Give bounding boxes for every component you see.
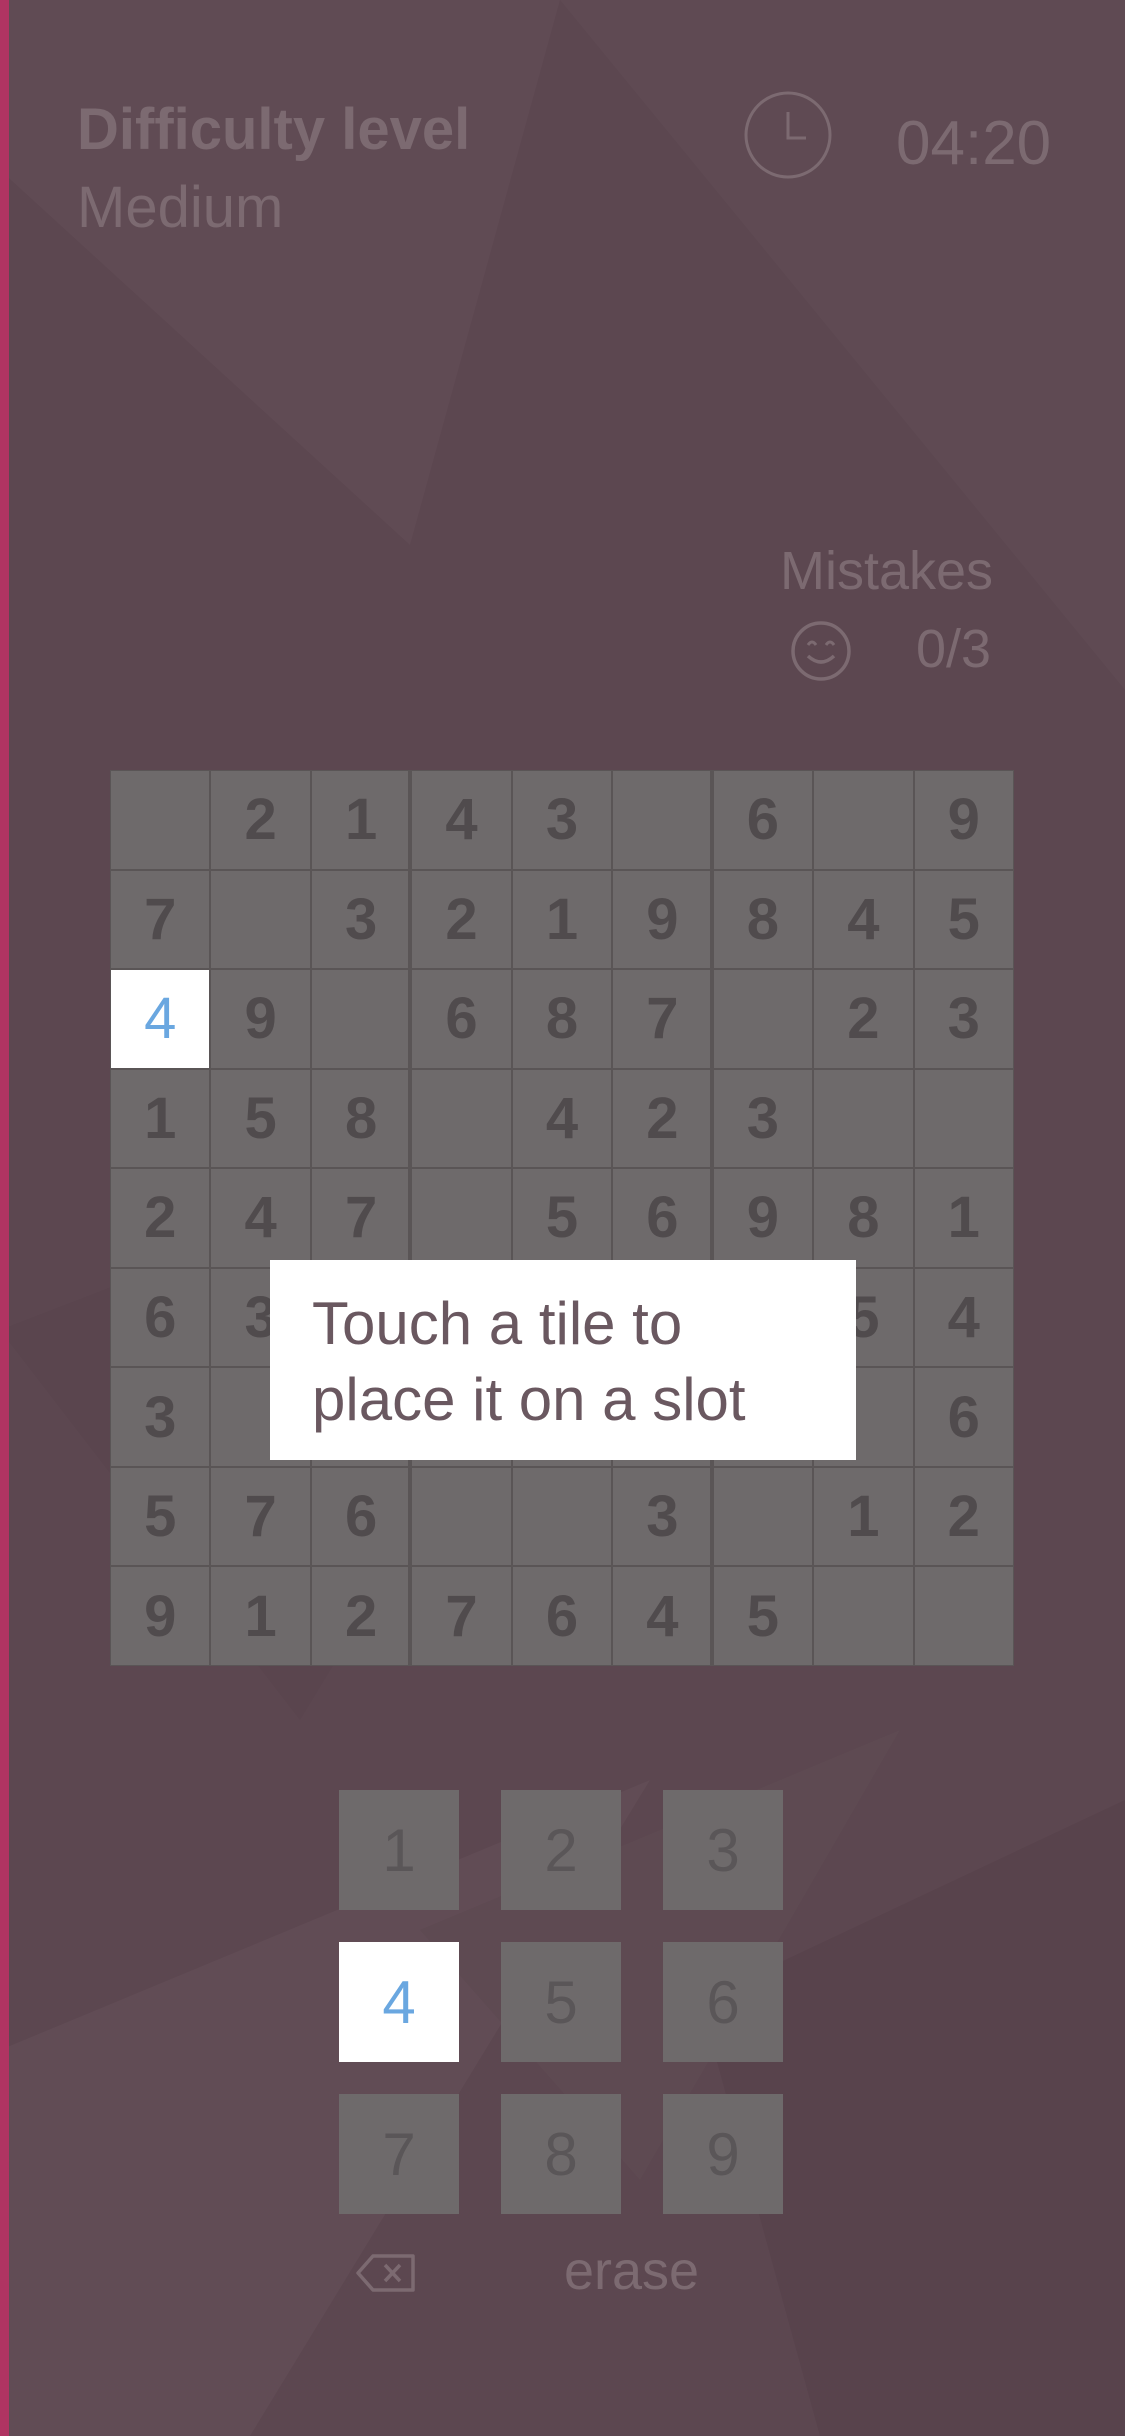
difficulty-label: Difficulty level xyxy=(77,97,471,162)
board-cell[interactable]: 6 xyxy=(110,1267,211,1368)
board-cell[interactable]: 3 xyxy=(110,1367,211,1467)
board-cell[interactable]: 6 xyxy=(511,1566,613,1666)
mistakes-count: 0/3 xyxy=(916,619,992,679)
board-cell[interactable]: 4 xyxy=(913,1267,1014,1368)
board-cell[interactable]: 2 xyxy=(310,1566,412,1666)
board-cell[interactable]: 3 xyxy=(712,1068,814,1169)
board-cell[interactable]: 7 xyxy=(612,969,713,1069)
board-cell[interactable]: 1 xyxy=(110,1068,211,1169)
keypad-key-2[interactable]: 2 xyxy=(501,1790,621,1910)
board-cell[interactable]: 8 xyxy=(511,969,613,1069)
board-cell[interactable]: 2 xyxy=(110,1168,211,1268)
board-cell[interactable]: 9 xyxy=(210,969,311,1069)
board-cell[interactable]: 6 xyxy=(310,1466,412,1567)
board-cell[interactable]: 7 xyxy=(310,1168,412,1268)
board-cell[interactable] xyxy=(813,770,914,870)
board-cell[interactable]: 1 xyxy=(813,1466,914,1567)
board-cell-selected[interactable]: 4 xyxy=(110,969,211,1069)
board-cell[interactable]: 2 xyxy=(411,869,512,970)
board-cell[interactable]: 7 xyxy=(411,1566,512,1666)
keypad-key-8[interactable]: 8 xyxy=(501,2094,621,2214)
smile-icon xyxy=(791,621,851,681)
accent-bar xyxy=(0,0,9,2436)
box-divider xyxy=(408,770,411,1666)
board-cell[interactable] xyxy=(612,770,713,870)
erase-button[interactable]: erase xyxy=(564,2240,699,2302)
keypad-key-1[interactable]: 1 xyxy=(339,1790,459,1910)
board-cell[interactable]: 5 xyxy=(712,1566,814,1666)
keypad-key-9[interactable]: 9 xyxy=(663,2094,783,2214)
sudoku-board: 2143697321984549687231584232475698163543… xyxy=(110,770,1014,1666)
board-cell[interactable]: 6 xyxy=(712,770,814,870)
board-cell[interactable] xyxy=(210,869,311,970)
board-cell[interactable] xyxy=(913,1068,1014,1169)
board-cell[interactable] xyxy=(813,1566,914,1666)
board-cell[interactable] xyxy=(913,1566,1014,1666)
board-cell[interactable] xyxy=(712,969,814,1069)
keypad-key-7[interactable]: 7 xyxy=(339,2094,459,2214)
backspace-icon[interactable] xyxy=(355,2252,417,2294)
board-cell[interactable]: 4 xyxy=(511,1068,613,1169)
board-cell[interactable]: 4 xyxy=(411,770,512,870)
board-cell[interactable] xyxy=(813,1068,914,1169)
board-cell[interactable]: 3 xyxy=(511,770,613,870)
mistakes-label: Mistakes xyxy=(780,541,994,601)
box-divider xyxy=(710,770,713,1666)
keypad-key-4[interactable]: 4 xyxy=(339,1942,459,2062)
board-cell[interactable]: 9 xyxy=(913,770,1014,870)
board-cell[interactable] xyxy=(411,1168,512,1268)
keypad-key-5[interactable]: 5 xyxy=(501,1942,621,2062)
board-cell[interactable]: 5 xyxy=(511,1168,613,1268)
board-cell[interactable]: 1 xyxy=(210,1566,311,1666)
clock-icon xyxy=(744,91,832,179)
board-cell[interactable] xyxy=(110,770,211,870)
board-cell[interactable]: 4 xyxy=(813,869,914,970)
board-cell[interactable]: 5 xyxy=(210,1068,311,1169)
keypad-key-6[interactable]: 6 xyxy=(663,1942,783,2062)
board-cell[interactable]: 6 xyxy=(913,1367,1014,1467)
board-cell[interactable]: 7 xyxy=(110,869,211,970)
board-cell[interactable]: 8 xyxy=(712,869,814,970)
board-cell[interactable]: 4 xyxy=(612,1566,713,1666)
board-cell[interactable]: 8 xyxy=(813,1168,914,1268)
board-cell[interactable]: 5 xyxy=(110,1466,211,1567)
board-cell[interactable]: 7 xyxy=(210,1466,311,1567)
board-cell[interactable]: 2 xyxy=(612,1068,713,1169)
board-cell[interactable]: 9 xyxy=(110,1566,211,1666)
board-cell[interactable] xyxy=(310,969,412,1069)
timer: 04:20 xyxy=(896,109,1052,178)
board-cell[interactable] xyxy=(712,1466,814,1567)
board-cell[interactable]: 2 xyxy=(913,1466,1014,1567)
board-cell[interactable] xyxy=(411,1068,512,1169)
board-cell[interactable]: 9 xyxy=(712,1168,814,1268)
board-cell[interactable]: 5 xyxy=(913,869,1014,970)
board-cell[interactable]: 2 xyxy=(210,770,311,870)
board-cell[interactable]: 3 xyxy=(612,1466,713,1567)
board-cell[interactable]: 1 xyxy=(310,770,412,870)
number-keypad: 123 456 789 xyxy=(339,1790,784,2215)
board-cell[interactable]: 2 xyxy=(813,969,914,1069)
difficulty-value: Medium xyxy=(77,175,284,240)
board-cell[interactable]: 3 xyxy=(913,969,1014,1069)
board-cell[interactable]: 3 xyxy=(310,869,412,970)
board-cell[interactable]: 1 xyxy=(913,1168,1014,1268)
board-cell[interactable] xyxy=(511,1466,613,1567)
board-cell[interactable]: 6 xyxy=(612,1168,713,1268)
keypad-key-3[interactable]: 3 xyxy=(663,1790,783,1910)
board-cell[interactable] xyxy=(411,1466,512,1567)
board-cell[interactable]: 1 xyxy=(511,869,613,970)
hint-tooltip: Touch a tile to place it on a slot xyxy=(270,1260,856,1460)
board-cell[interactable]: 6 xyxy=(411,969,512,1069)
board-cell[interactable]: 9 xyxy=(612,869,713,970)
hint-text: Touch a tile to place it on a slot xyxy=(312,1290,746,1433)
board-cell[interactable]: 4 xyxy=(210,1168,311,1268)
board-cell[interactable]: 8 xyxy=(310,1068,412,1169)
